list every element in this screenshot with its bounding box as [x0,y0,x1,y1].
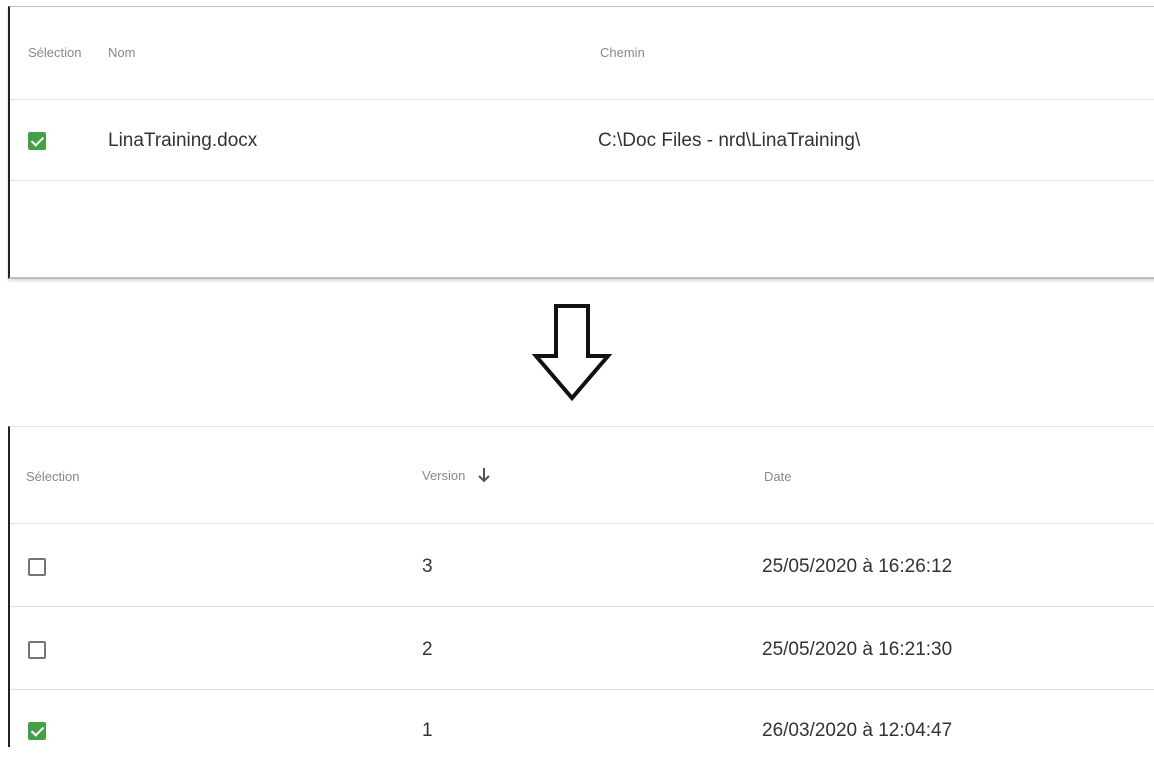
version-header-label: Version [422,467,466,483]
versions-table: Sélection Version Date 3 25/05/2020 à 16… [8,426,1154,747]
version-date: 25/05/2020 à 16:21:30 [762,639,953,660]
row-select-checkbox[interactable] [28,641,46,659]
column-header-path[interactable]: Chemin [600,45,645,60]
arrow-down-icon[interactable] [477,467,491,486]
column-header-version[interactable]: Version [422,467,491,486]
table-row[interactable]: 3 25/05/2020 à 16:26:12 [10,524,1154,607]
files-table-header: Sélection Nom Chemin [10,7,1154,100]
column-header-selection[interactable]: Sélection [26,469,79,484]
column-header-selection[interactable]: Sélection [28,45,81,60]
file-name: LinaTraining.docx [108,130,258,151]
version-date: 25/05/2020 à 16:26:12 [762,556,953,577]
version-number: 2 [422,639,433,660]
column-header-name[interactable]: Nom [108,45,135,60]
column-header-date[interactable]: Date [764,469,791,484]
version-number: 1 [422,720,433,741]
table-row[interactable]: 2 25/05/2020 à 16:21:30 [10,607,1154,690]
table-row[interactable]: LinaTraining.docx C:\Doc Files - nrd\Lin… [10,100,1154,181]
file-path: C:\Doc Files - nrd\LinaTraining\ [598,130,861,151]
version-date: 26/03/2020 à 12:04:47 [762,720,953,741]
row-select-checkbox[interactable] [28,132,46,150]
down-arrow-icon [531,304,613,402]
row-select-checkbox[interactable] [28,722,46,740]
files-table: Sélection Nom Chemin LinaTraining.docx C… [8,6,1154,279]
row-select-checkbox[interactable] [28,558,46,576]
version-number: 3 [422,556,433,577]
table-row[interactable]: 1 26/03/2020 à 12:04:47 [10,690,1154,772]
versions-table-header: Sélection Version Date [10,427,1154,524]
